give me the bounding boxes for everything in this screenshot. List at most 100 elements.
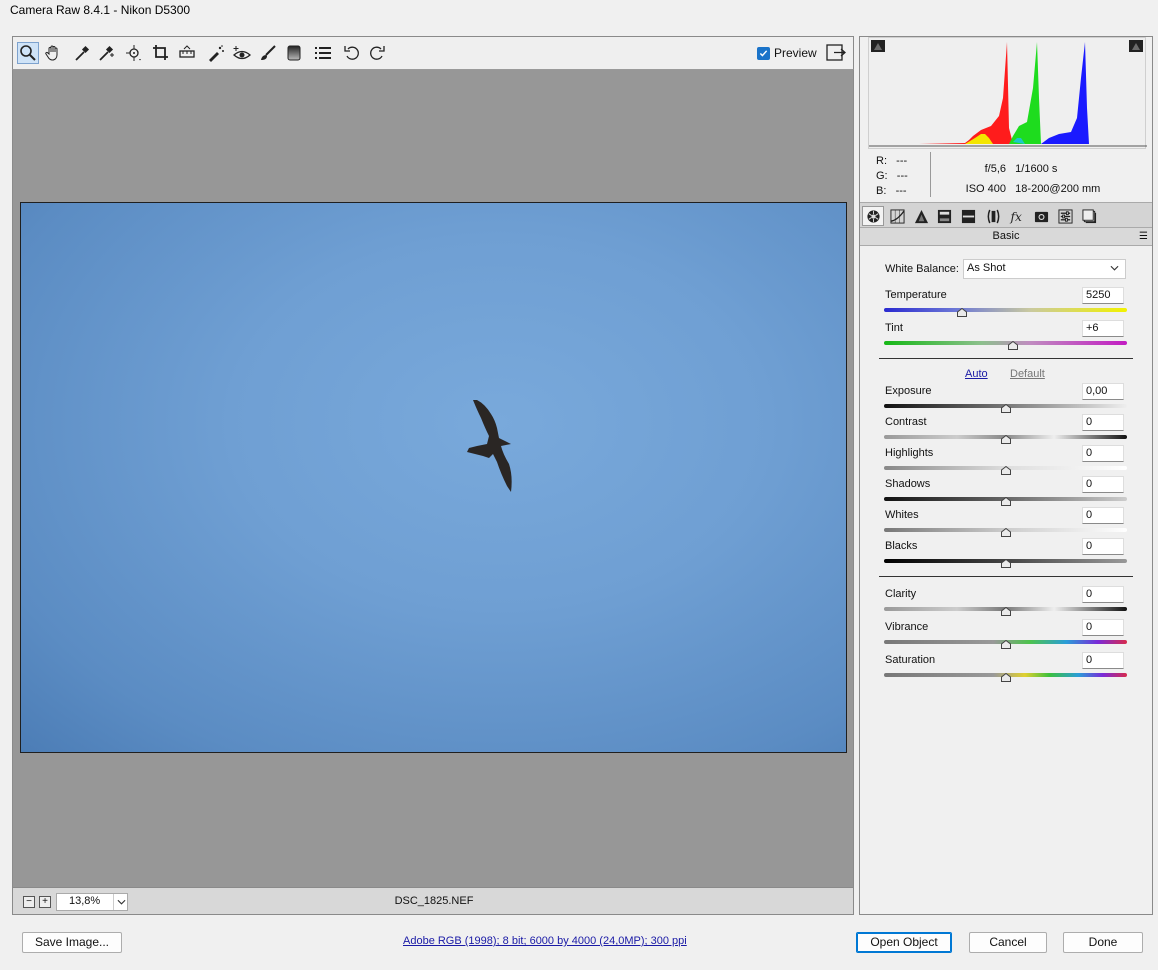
targeted-adjustment-tool-icon[interactable] (123, 42, 145, 64)
blacks-slider-thumb[interactable] (1000, 557, 1011, 568)
rotate-ccw-icon[interactable] (341, 42, 363, 64)
saturation-slider-thumb[interactable] (1000, 671, 1011, 682)
whites-slider-thumb[interactable] (1000, 526, 1011, 537)
effects-fx-tab-icon[interactable]: fx (1006, 206, 1028, 226)
temperature-value-field[interactable]: 5250 (1082, 287, 1124, 304)
vibrance-label: Vibrance (885, 621, 929, 633)
vibrance-value-field[interactable]: 0 (1082, 619, 1124, 636)
saturation-label: Saturation (885, 654, 936, 666)
highlights-label: Highlights (885, 447, 934, 459)
g-label: G: (876, 170, 888, 182)
vibrance-slider-thumb[interactable] (1000, 638, 1011, 649)
blacks-value-field[interactable]: 0 (1082, 538, 1124, 555)
preview-checkbox[interactable] (757, 46, 770, 60)
red-eye-removal-tool-icon[interactable] (231, 42, 253, 64)
temperature-slider-thumb[interactable] (956, 306, 967, 317)
section-divider (879, 576, 1133, 577)
r-label: R: (876, 155, 887, 167)
contrast-slider-thumb[interactable] (1000, 433, 1011, 444)
white-balance-tool-icon[interactable] (71, 42, 93, 64)
preview-label: Preview (774, 46, 817, 60)
lens-corrections-tab-icon[interactable] (982, 206, 1004, 226)
image-canvas[interactable] (12, 70, 854, 887)
done-button[interactable]: Done (1063, 932, 1143, 953)
rotate-cw-icon[interactable] (366, 42, 388, 64)
save-image-button[interactable]: Save Image... (22, 932, 122, 953)
graduated-filter-icon[interactable] (283, 42, 305, 64)
cancel-button[interactable]: Cancel (969, 932, 1047, 953)
svg-text:fx: fx (1009, 210, 1022, 224)
exposure-slider-thumb[interactable] (1000, 402, 1011, 413)
toolbar: Preview (12, 36, 854, 70)
blacks-label: Blacks (885, 540, 918, 552)
lens: 18-200@200 mm (1015, 183, 1101, 195)
panel-tabs: fx (860, 202, 1152, 228)
snapshots-tab-icon[interactable] (1078, 206, 1100, 226)
shadows-value-field[interactable]: 0 (1082, 476, 1124, 493)
highlights-value-field[interactable]: 0 (1082, 445, 1124, 462)
hsl-tab-icon[interactable] (933, 206, 955, 226)
tint-value-field[interactable]: +6 (1082, 320, 1124, 337)
saturation-value-field[interactable]: 0 (1082, 652, 1124, 669)
shadows-slider-thumb[interactable] (1000, 495, 1011, 506)
white-balance-select[interactable]: As Shot (963, 259, 1126, 279)
default-link[interactable]: Default (1010, 368, 1045, 380)
window-title: Camera Raw 8.4.1 - Nikon D5300 (10, 3, 191, 17)
tone-curve-tab-icon[interactable] (886, 206, 908, 226)
presets-tab-icon[interactable] (1054, 206, 1076, 226)
photo-preview[interactable] (20, 202, 847, 753)
tint-slider-track[interactable] (884, 341, 1127, 345)
b-label: B: (876, 185, 887, 197)
preferences-list-icon[interactable] (312, 42, 334, 64)
info-divider (930, 152, 931, 197)
iso: ISO 400 (965, 183, 1006, 195)
white-balance-label: White Balance: (885, 263, 959, 275)
panel-title: Basic (992, 230, 1020, 242)
file-name: DSC_1825.NEF (394, 895, 474, 907)
crop-tool-icon[interactable] (150, 42, 172, 64)
temperature-label: Temperature (885, 289, 947, 301)
clarity-slider-thumb[interactable] (1000, 605, 1011, 616)
chevron-down-icon (1110, 262, 1119, 274)
section-divider (879, 358, 1133, 359)
panel-header: Basic ☰ (860, 228, 1152, 246)
r-value: --- (896, 155, 908, 167)
color-sampler-tool-icon[interactable] (95, 42, 117, 64)
exposure-value-field[interactable]: 0,00 (1082, 383, 1124, 400)
camera-info: R: --- G: --- B: --- f/5,6 1/1600 s ISO … (868, 149, 1146, 201)
g-value: --- (896, 170, 908, 182)
bird-silhouette (467, 400, 512, 492)
whites-value-field[interactable]: 0 (1082, 507, 1124, 524)
detail-tab-icon[interactable] (910, 206, 932, 226)
clarity-label: Clarity (885, 588, 917, 600)
hand-tool-icon[interactable] (42, 42, 64, 64)
shadows-label: Shadows (885, 478, 931, 490)
temperature-slider-track[interactable] (884, 308, 1127, 312)
straighten-tool-icon[interactable] (176, 42, 198, 64)
tint-label: Tint (885, 322, 903, 334)
auto-link[interactable]: Auto (965, 368, 988, 380)
workflow-options-link[interactable]: Adobe RGB (1998); 8 bit; 6000 by 4000 (2… (403, 935, 687, 947)
white-balance-value: As Shot (967, 262, 1006, 274)
preview-toggle[interactable]: Preview (757, 46, 817, 60)
zoom-tool-icon[interactable] (17, 42, 39, 64)
clarity-value-field[interactable]: 0 (1082, 586, 1124, 603)
basic-tab-icon[interactable] (862, 206, 884, 226)
spot-removal-tool-icon[interactable] (205, 42, 227, 64)
adjustment-brush-icon[interactable] (257, 42, 279, 64)
b-value: --- (895, 185, 907, 197)
adjustments-panel: R: --- G: --- B: --- f/5,6 1/1600 s ISO … (859, 36, 1153, 915)
tint-slider-thumb[interactable] (1007, 339, 1018, 350)
histogram (868, 37, 1147, 149)
shutter-speed: 1/1600 s (1015, 163, 1058, 175)
open-object-button[interactable]: Open Object (856, 932, 952, 953)
contrast-value-field[interactable]: 0 (1082, 414, 1124, 431)
highlights-slider-thumb[interactable] (1000, 464, 1011, 475)
fullscreen-toggle-icon[interactable] (826, 44, 846, 62)
whites-label: Whites (885, 509, 919, 521)
camera-calibration-tab-icon[interactable] (1030, 206, 1052, 226)
panel-menu-icon[interactable]: ☰ (1139, 228, 1148, 245)
status-bar: − + 13,8% DSC_1825.NEF (12, 887, 854, 915)
title-bar: Camera Raw 8.4.1 - Nikon D5300 (0, 0, 1158, 28)
split-toning-tab-icon[interactable] (957, 206, 979, 226)
